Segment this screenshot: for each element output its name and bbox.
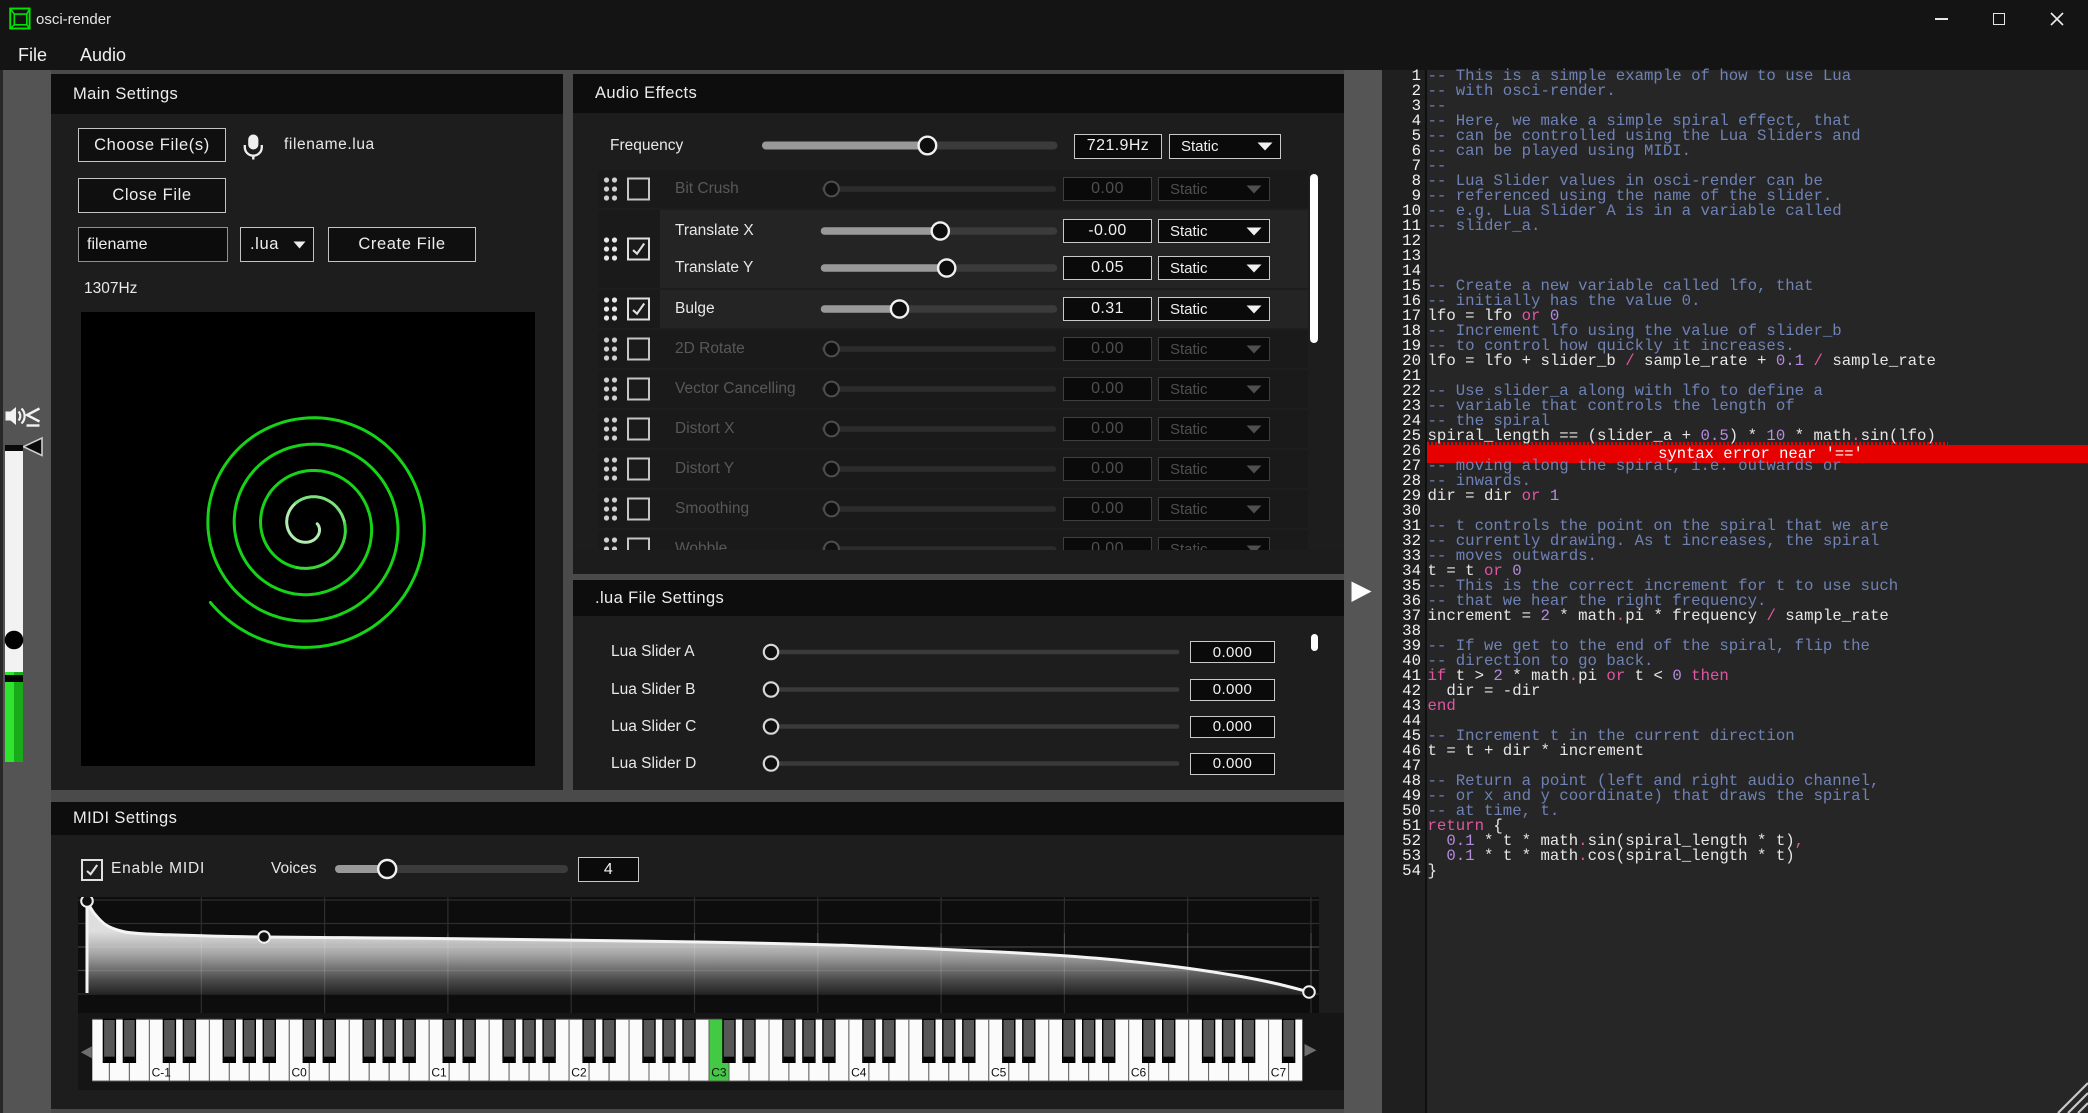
svg-text:C2: C2: [571, 1066, 587, 1080]
svg-text:C5: C5: [991, 1066, 1007, 1080]
svg-text:C4: C4: [851, 1066, 867, 1080]
svg-text:C0: C0: [292, 1066, 308, 1080]
svg-text:C7: C7: [1271, 1066, 1287, 1080]
svg-text:C3: C3: [711, 1066, 727, 1080]
svg-text:C-1: C-1: [152, 1066, 172, 1080]
svg-text:C1: C1: [431, 1066, 447, 1080]
svg-text:C6: C6: [1131, 1066, 1147, 1080]
